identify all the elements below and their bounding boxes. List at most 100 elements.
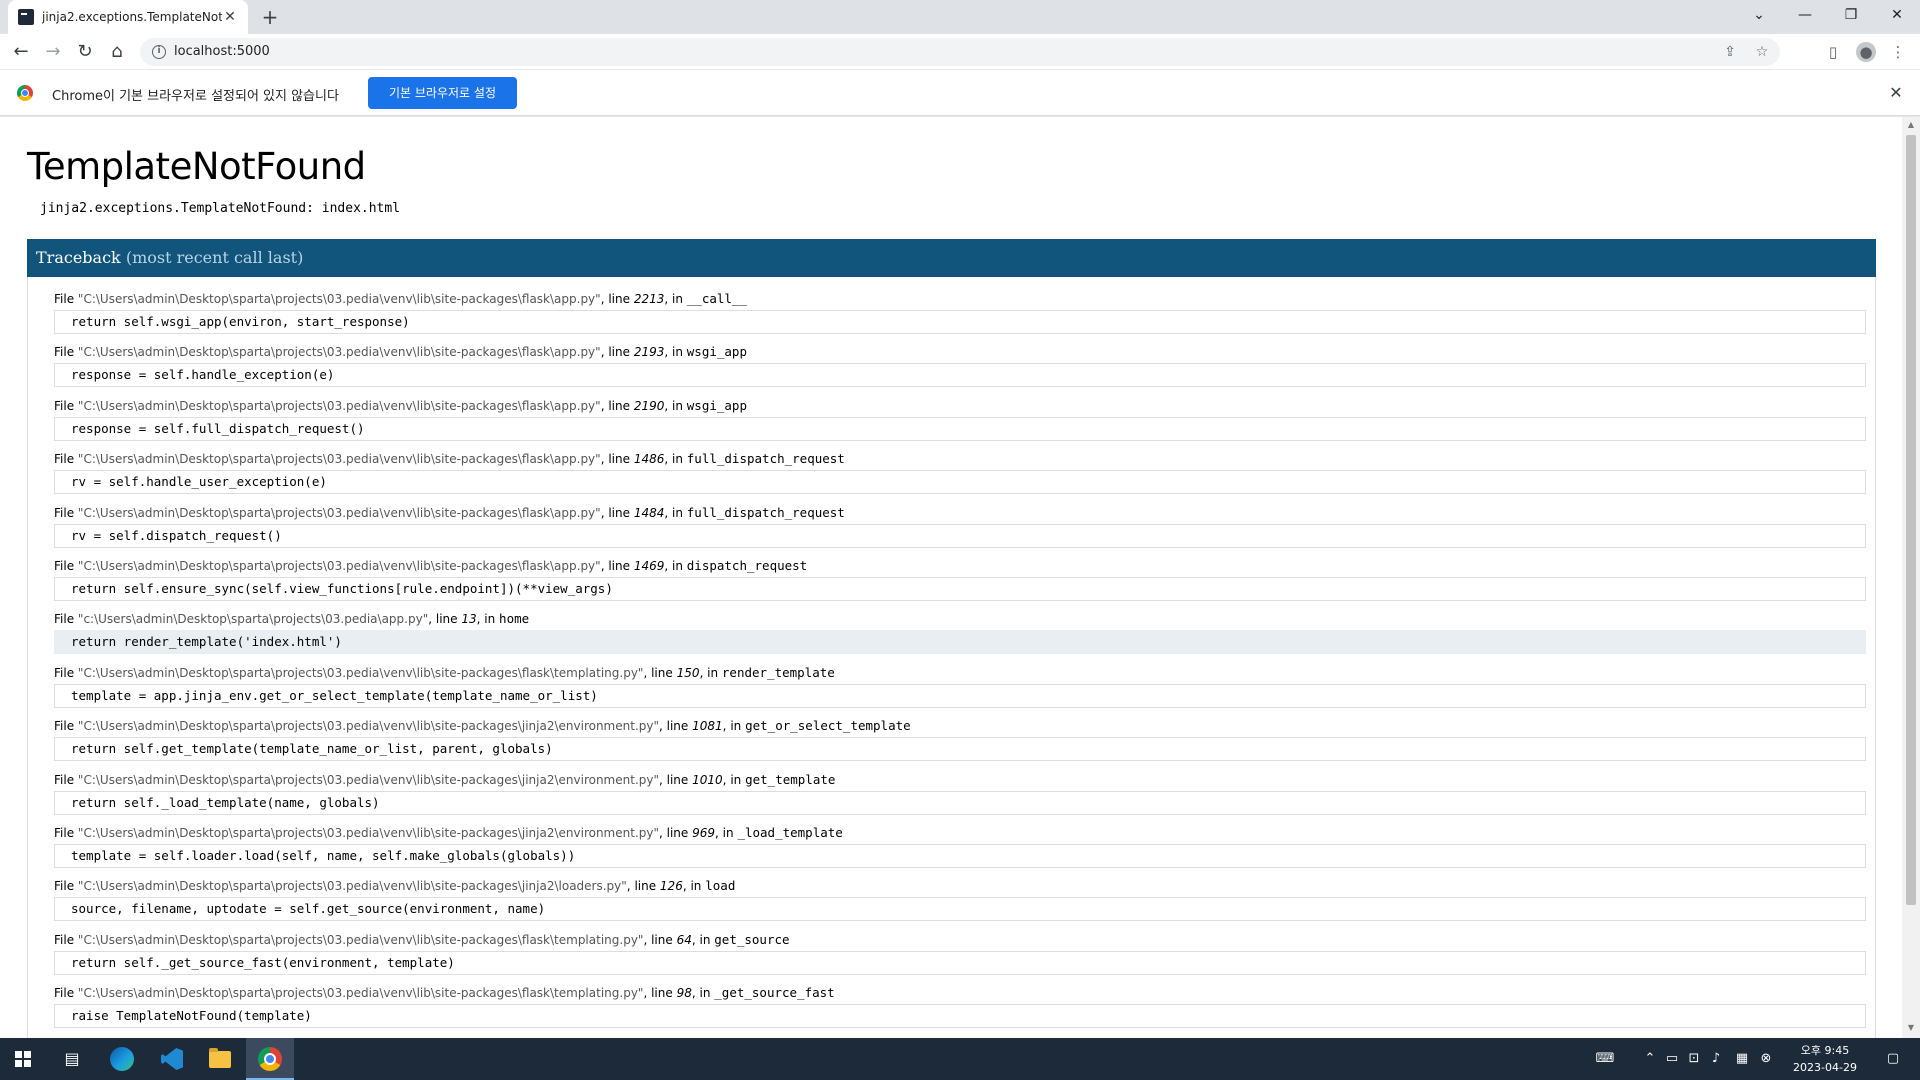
bookmark-star-icon[interactable]: ☆ <box>1752 42 1772 62</box>
frame-code-line[interactable]: return self.ensure_sync(self.view_functi… <box>54 577 1866 601</box>
forward-icon[interactable]: → <box>41 40 65 64</box>
set-default-browser-button[interactable]: 기본 브라우저로 설정 <box>368 77 517 109</box>
line-word: line <box>651 932 673 947</box>
in-word: in <box>699 932 711 947</box>
menu-kebab-icon[interactable]: ⋮ <box>1888 42 1908 62</box>
keyboard-icon[interactable]: ▦ <box>1730 1038 1754 1080</box>
volume-icon[interactable]: ♪ <box>1706 1038 1726 1080</box>
line-word: line <box>608 452 630 467</box>
infobar-close-icon[interactable]: ✕ <box>1886 83 1906 103</box>
traceback-frame: File "C:\Users\admin\Desktop\sparta\proj… <box>54 772 1866 815</box>
frame-filename: "C:\Users\admin\Desktop\sparta\projects\… <box>77 398 601 413</box>
notification-icon[interactable]: ▢ <box>1878 1038 1908 1080</box>
file-word: File <box>54 719 75 734</box>
frame-code-line[interactable]: rv = self.handle_user_exception(e) <box>54 470 1866 495</box>
frame-location: File "C:\Users\admin\Desktop\sparta\proj… <box>54 878 736 894</box>
new-tab-icon[interactable]: + <box>258 5 282 29</box>
frame-location: File "C:\Users\admin\Desktop\sparta\proj… <box>54 985 835 1001</box>
tray-chevron-icon[interactable]: ⌃ <box>1640 1038 1660 1080</box>
battery-icon[interactable]: ▭ <box>1662 1038 1682 1080</box>
taskbar-file-explorer[interactable] <box>196 1038 244 1080</box>
frame-code-line[interactable]: return self._get_source_fast(environment… <box>54 950 1866 975</box>
taskbar-edge[interactable] <box>98 1038 146 1080</box>
in-word: in <box>672 292 683 306</box>
error-message: jinja2.exceptions.TemplateNotFound: inde… <box>40 201 401 216</box>
reload-icon[interactable]: ↻ <box>73 40 97 64</box>
start-button[interactable] <box>0 1038 48 1080</box>
profile-avatar-icon[interactable]: ● <box>1856 42 1876 62</box>
minimize-icon[interactable]: — <box>1782 0 1828 30</box>
back-icon[interactable]: ← <box>9 40 33 64</box>
frame-code-line[interactable]: source, filename, uptodate = self.get_so… <box>54 897 1866 922</box>
frame-code-line[interactable]: return render_template('index.html') <box>54 630 1866 655</box>
frame-function: full_dispatch_request <box>686 451 845 467</box>
tab-search-icon[interactable]: ⌄ <box>1736 0 1782 30</box>
frame-code-line[interactable]: template = app.jinja_env.get_or_select_t… <box>54 683 1866 708</box>
scroll-down-icon[interactable]: ▼ <box>1906 1023 1916 1033</box>
address-bar[interactable]: i localhost:5000 ☆ ⇪ <box>140 38 1780 66</box>
page-scrollbar[interactable]: ▲ ▼ <box>1902 117 1920 1038</box>
restore-icon[interactable]: ❐ <box>1828 0 1874 30</box>
taskbar-chrome[interactable] <box>246 1038 294 1080</box>
frame-filename: "C:\Users\admin\Desktop\sparta\projects\… <box>77 826 659 840</box>
task-view-icon[interactable]: ▤ <box>48 1038 96 1080</box>
network-icon[interactable]: ⊡ <box>1684 1038 1704 1080</box>
site-info-icon[interactable]: i <box>152 45 166 59</box>
line-word: line <box>666 826 689 840</box>
frame-code-line[interactable]: response = self.handle_exception(e) <box>54 363 1866 388</box>
line-word: line <box>608 292 630 306</box>
in-word: in <box>672 398 683 413</box>
frame-lineno: 2213 <box>633 292 665 306</box>
scroll-up-icon[interactable]: ▲ <box>1906 120 1916 130</box>
traceback-frame: File "C:\Users\admin\Desktop\sparta\proj… <box>54 932 1866 975</box>
frame-function: load <box>705 878 736 894</box>
frame-filename: "c:\Users\admin\Desktop\sparta\projects\… <box>77 612 429 627</box>
in-word: in <box>672 345 683 360</box>
line-word: line <box>651 665 673 680</box>
tab-close-icon[interactable]: ✕ <box>222 9 238 25</box>
browser-tab[interactable]: jinja2.exceptions.TemplateNotFo ✕ <box>8 0 248 34</box>
taskbar-vscode[interactable] <box>148 1038 196 1080</box>
status-icon[interactable]: ⊗ <box>1756 1038 1776 1080</box>
frame-code-line[interactable]: response = self.full_dispatch_request() <box>54 416 1866 441</box>
frame-code-line[interactable]: return self.wsgi_app(environ, start_resp… <box>54 310 1866 334</box>
address-bar-url[interactable]: localhost:5000 <box>174 44 270 59</box>
frame-code-line[interactable]: rv = self.dispatch_request() <box>54 523 1866 548</box>
traceback-frames: File "C:\Users\admin\Desktop\sparta\proj… <box>27 277 1876 1038</box>
frame-lineno: 1081 <box>692 719 723 734</box>
in-word: in <box>707 665 719 680</box>
tab-strip: jinja2.exceptions.TemplateNotFo ✕ + ⌄ — … <box>0 0 1920 34</box>
file-word: File <box>54 932 75 947</box>
frame-lineno: 1484 <box>633 505 665 520</box>
ime-icon[interactable]: ⌨ <box>1590 1038 1620 1080</box>
line-word: line <box>666 772 689 787</box>
frame-lineno: 969 <box>692 826 716 840</box>
frame-function: home <box>499 611 530 627</box>
frame-filename: "C:\Users\admin\Desktop\sparta\projects\… <box>77 772 659 787</box>
traceback-frame: File "C:\Users\admin\Desktop\sparta\proj… <box>54 718 1866 762</box>
frame-code-line[interactable]: return self._load_template(name, globals… <box>54 790 1866 815</box>
scrollbar-thumb[interactable] <box>1906 135 1916 905</box>
frame-lineno: 150 <box>676 665 700 680</box>
line-word: line <box>608 345 630 360</box>
line-word: line <box>666 719 689 734</box>
file-word: File <box>54 612 75 627</box>
traceback-frame: File "c:\Users\admin\Desktop\sparta\proj… <box>54 611 1866 655</box>
frame-lineno: 98 <box>676 986 692 1001</box>
frame-code-line[interactable]: template = self.loader.load(self, name, … <box>54 844 1866 868</box>
in-word: in <box>690 879 702 894</box>
frame-code-line[interactable]: return self.get_template(template_name_o… <box>54 737 1866 762</box>
frame-filename: "C:\Users\admin\Desktop\sparta\projects\… <box>77 986 644 1001</box>
frame-location: File "C:\Users\admin\Desktop\sparta\proj… <box>54 664 835 680</box>
side-panel-icon[interactable]: ▯ <box>1823 42 1843 62</box>
share-icon[interactable]: ⇪ <box>1720 42 1740 62</box>
default-browser-infobar: Chrome이 기본 브라우저로 설정되어 있지 않습니다 기본 브라우저로 설… <box>0 70 1920 116</box>
taskbar-clock[interactable]: 오후 9:45 2023-04-29 <box>1785 1042 1865 1076</box>
file-word: File <box>54 452 75 467</box>
window-close-icon[interactable]: ✕ <box>1874 0 1920 30</box>
in-word: in <box>722 826 734 840</box>
frame-location: File "C:\Users\admin\Desktop\sparta\proj… <box>54 931 790 947</box>
frame-location: File "C:\Users\admin\Desktop\sparta\proj… <box>54 718 911 734</box>
frame-code-line[interactable]: raise TemplateNotFound(template) <box>54 1004 1866 1029</box>
home-icon[interactable]: ⌂ <box>105 40 129 64</box>
